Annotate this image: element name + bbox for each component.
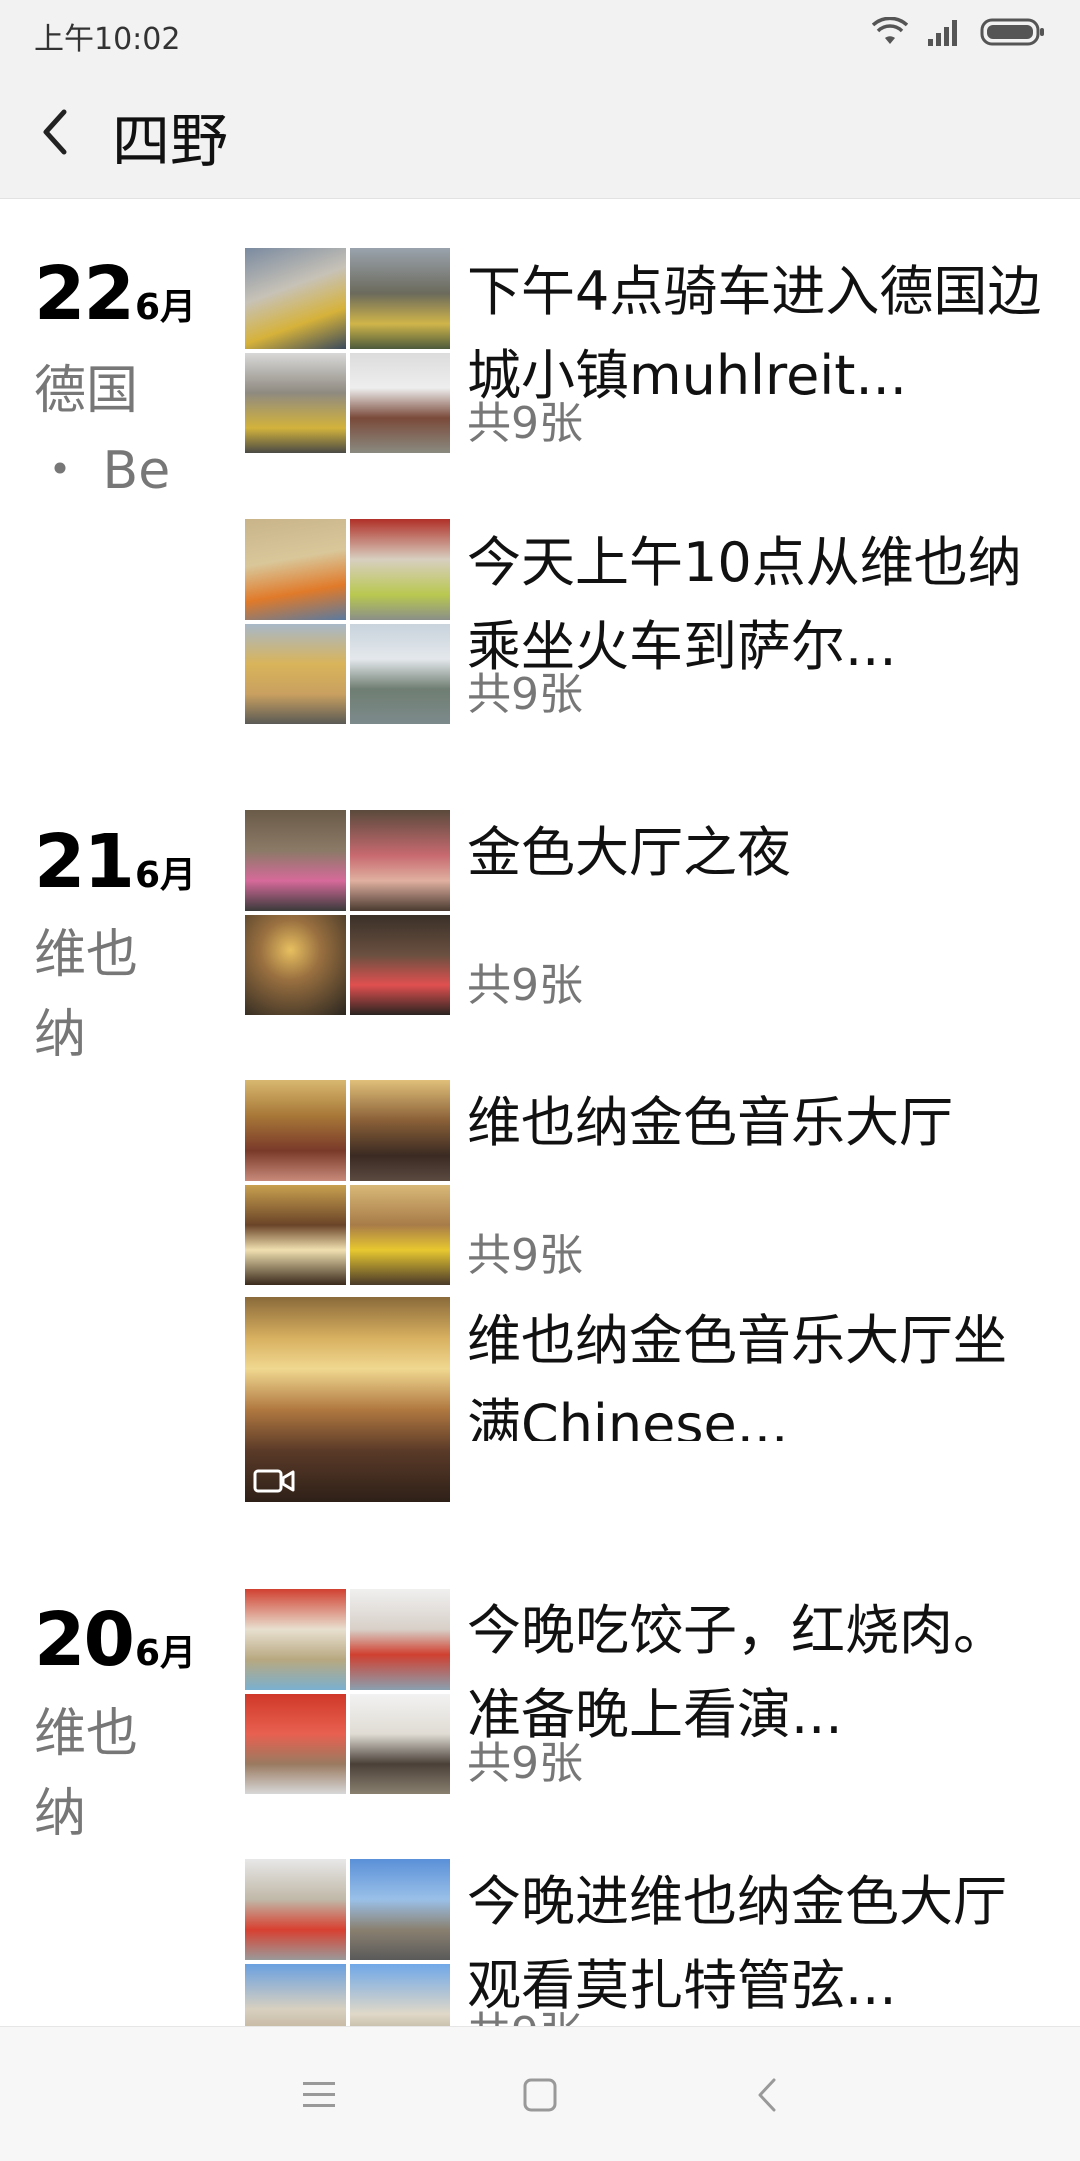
back-chevron-icon	[43, 109, 67, 155]
date-label: 226月	[34, 251, 196, 337]
post-thumbnail-grid[interactable]	[245, 519, 450, 724]
photo-thumbnail	[245, 1963, 346, 2026]
photo-thumbnail	[245, 352, 346, 453]
status-time: 上午10:02	[34, 22, 181, 57]
date-day: 20	[34, 1597, 135, 1683]
post-thumbnail-grid[interactable]	[245, 1859, 450, 2026]
video-thumbnail[interactable]	[245, 1297, 450, 1502]
photo-thumbnail	[245, 1693, 346, 1794]
home-icon	[523, 2078, 557, 2112]
photo-thumbnail	[349, 1963, 450, 2026]
photo-thumbnail	[245, 248, 346, 349]
post-thumbnail-grid[interactable]	[245, 1080, 450, 1285]
page-title: 四野	[112, 107, 229, 175]
date-month: 6月	[134, 1633, 197, 1674]
photo-thumbnail	[245, 1859, 346, 1960]
photo-count: 共9张	[467, 960, 583, 1011]
photo-thumbnail	[245, 519, 346, 620]
post-text[interactable]: 维也纳金色音乐大厅	[467, 1081, 1045, 1165]
location-label: 德国 ・ Be	[34, 361, 171, 501]
status-icons	[872, 14, 1046, 50]
signal-icon	[928, 20, 957, 46]
photo-thumbnail	[349, 1693, 450, 1794]
photo-thumbnail	[245, 1589, 346, 1690]
video-camera-icon	[253, 1469, 295, 1493]
date-month: 6月	[134, 287, 197, 328]
photo-count: 共9张	[467, 1997, 583, 2026]
system-navigation-bar	[0, 2026, 1080, 2161]
photo-count: 共9张	[467, 398, 583, 449]
date-label: 216月	[34, 819, 196, 905]
back-icon	[758, 2078, 776, 2112]
status-bar: 上午10:02	[0, 0, 1080, 66]
photo-thumbnail	[245, 623, 346, 724]
menu-icon	[303, 2082, 335, 2107]
photo-thumbnail	[349, 1589, 450, 1690]
photo-thumbnail	[349, 352, 450, 453]
photo-thumbnail	[245, 1184, 346, 1285]
wifi-icon	[872, 17, 908, 44]
video-preview	[245, 1297, 450, 1502]
app-header: 四野	[0, 66, 1080, 199]
photo-count: 共9张	[467, 1230, 583, 1281]
photo-thumbnail	[349, 1080, 450, 1181]
date-day: 22	[34, 251, 135, 337]
photo-thumbnail	[245, 1080, 346, 1181]
nav-back-button[interactable]	[740, 2067, 796, 2123]
photo-thumbnail	[245, 810, 346, 911]
post-text[interactable]: 金色大厅之夜	[467, 811, 1045, 895]
photo-thumbnail	[349, 519, 450, 620]
photo-thumbnail	[349, 1184, 450, 1285]
photo-count: 共9张	[467, 669, 583, 720]
back-button[interactable]	[28, 102, 88, 162]
home-button[interactable]	[512, 2067, 568, 2123]
photo-thumbnail	[349, 623, 450, 724]
menu-button[interactable]	[291, 2067, 347, 2123]
photo-thumbnail	[349, 248, 450, 349]
date-day: 21	[34, 819, 135, 905]
photo-thumbnail	[349, 1859, 450, 1960]
photo-count: 共9张	[467, 1738, 583, 1789]
location-label: 维也纳	[34, 1704, 139, 1844]
photo-thumbnail	[245, 914, 346, 1015]
post-text[interactable]: 维也纳金色音乐大厅坐满Chinese...	[467, 1299, 1045, 1441]
photo-thumbnail	[349, 810, 450, 911]
post-thumbnail-grid[interactable]	[245, 248, 450, 453]
moments-list[interactable]: 226月 德国 ・ Be 下午4点骑车进入德国边城小镇muhlreit... 共…	[0, 199, 1080, 2026]
post-thumbnail-grid[interactable]	[245, 1589, 450, 1794]
photo-thumbnail	[349, 914, 450, 1015]
location-label: 维也纳	[34, 925, 139, 1065]
post-thumbnail-grid[interactable]	[245, 810, 450, 1015]
date-label: 206月	[34, 1597, 196, 1683]
battery-icon	[980, 18, 1044, 46]
date-month: 6月	[134, 855, 197, 896]
